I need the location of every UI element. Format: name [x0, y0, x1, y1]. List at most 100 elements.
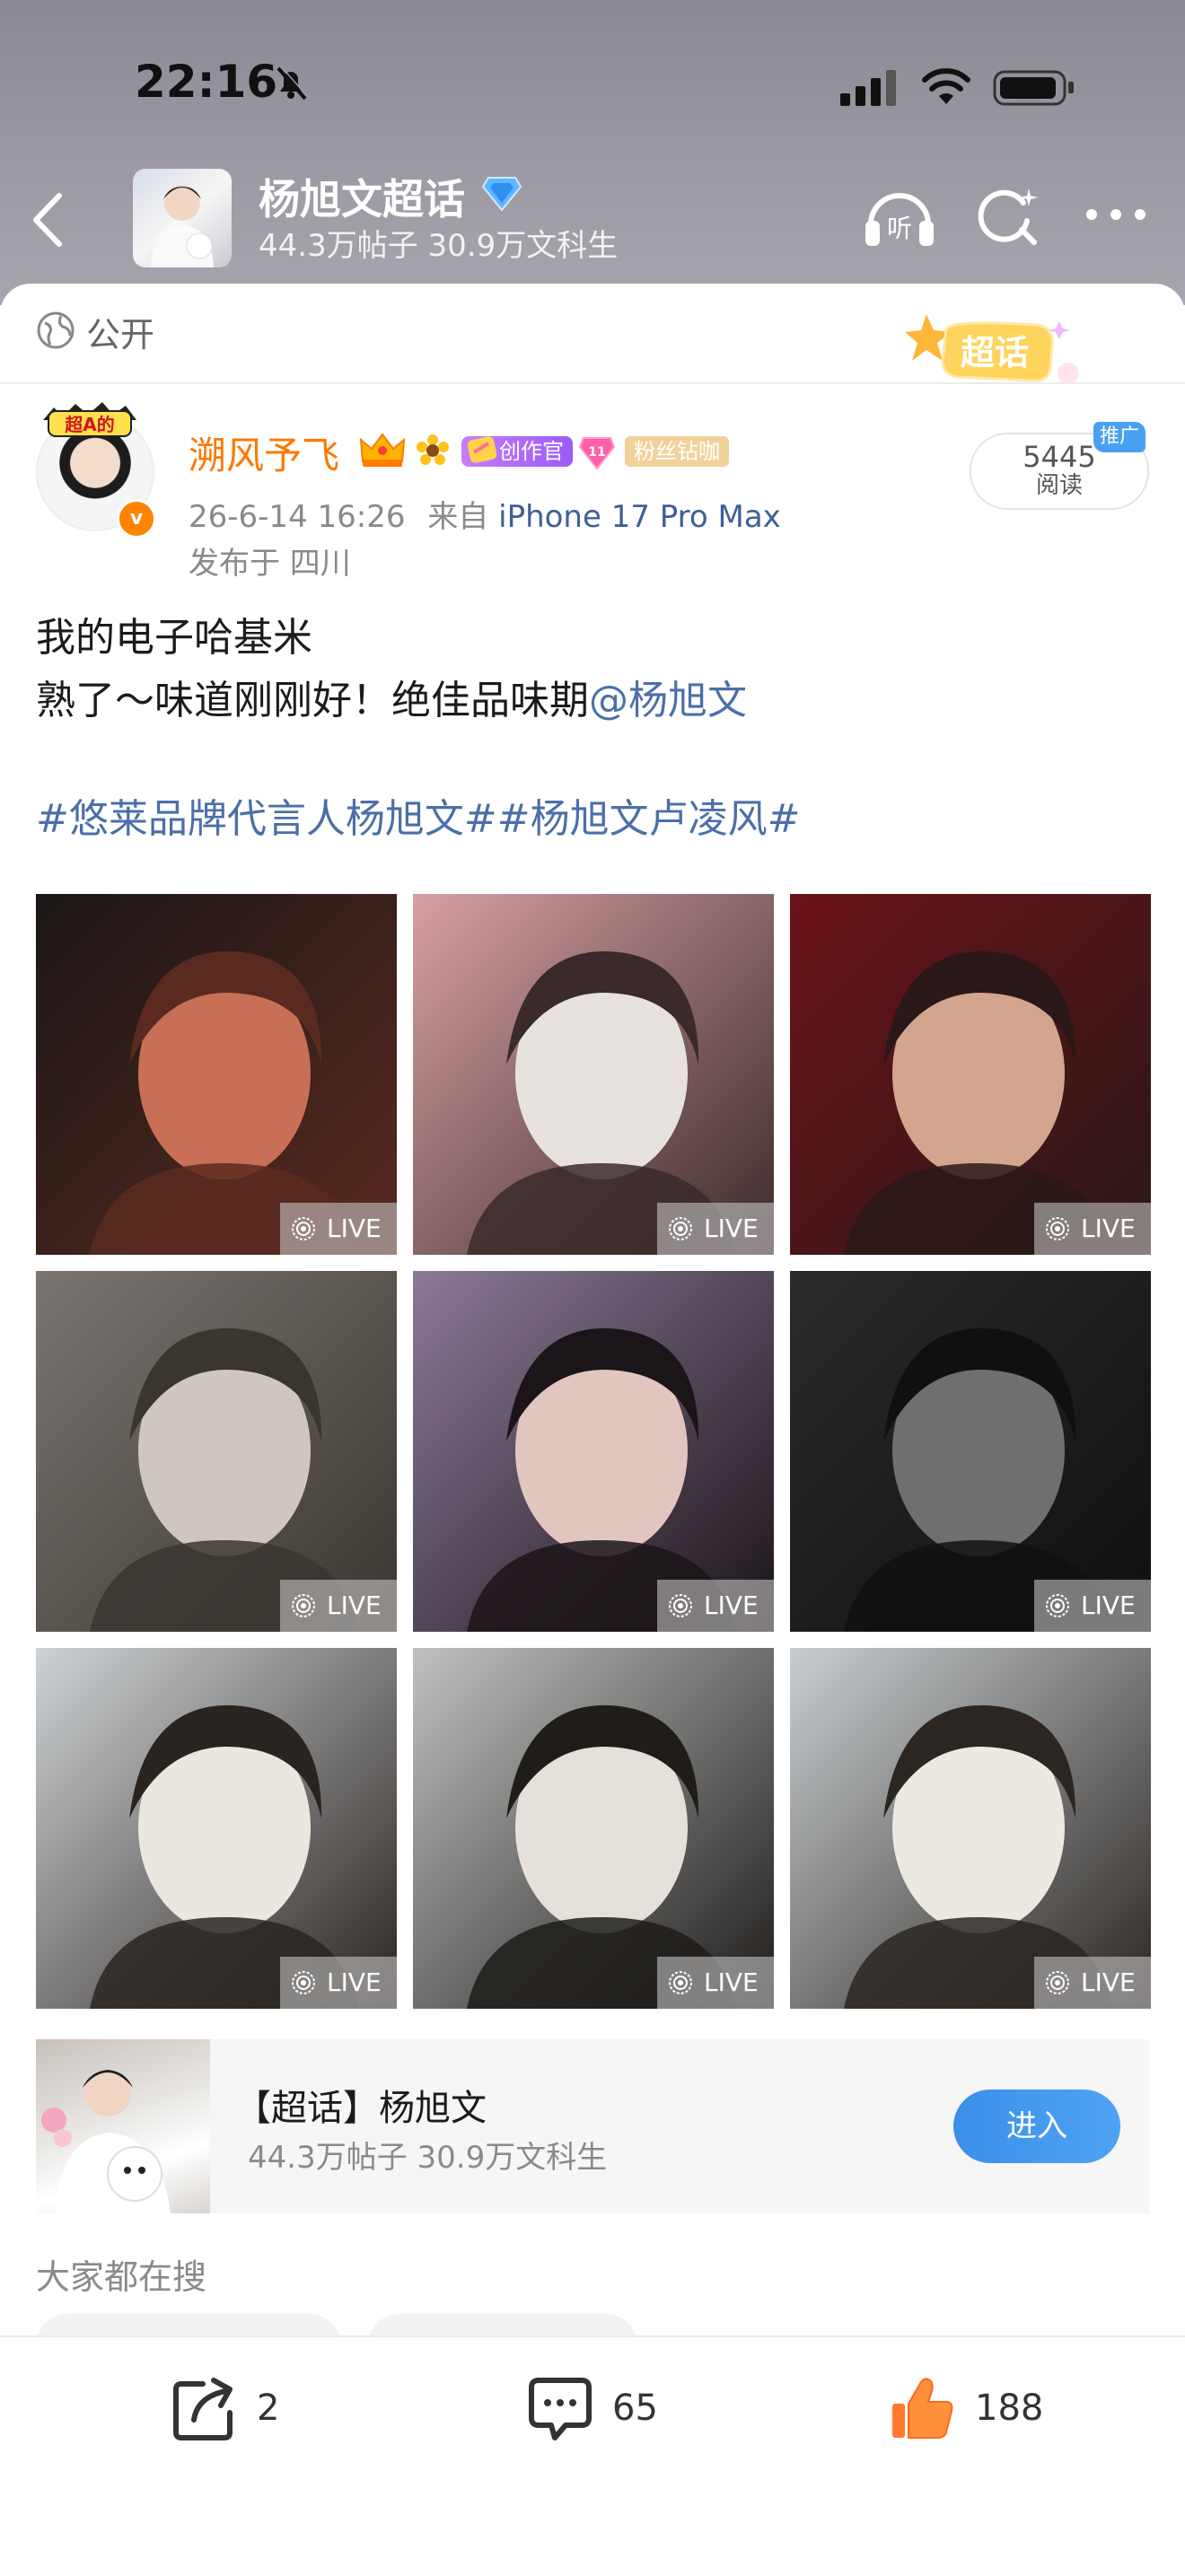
live-photo-badge: LIVE [280, 1957, 397, 2009]
back-arrow-icon[interactable] [27, 188, 72, 251]
cellular-signal-icon [840, 70, 896, 106]
photo-thumbnail[interactable]: LIVE [790, 1271, 1151, 1632]
thumbnail-figure-icon [41, 2070, 171, 2213]
more-options-icon[interactable] [1084, 201, 1147, 228]
comment-count: 65 [612, 2388, 658, 2429]
post-device[interactable]: iPhone 17 Pro Max [498, 499, 781, 535]
share-count: 2 [257, 2388, 280, 2429]
action-bar: 2 65 188 [0, 2335, 1185, 2576]
post-text-line-1: 我的电子哈基米 [36, 615, 312, 661]
verified-badge: v [117, 499, 156, 539]
photo-thumbnail[interactable]: LIVE [413, 1648, 774, 2009]
live-label: LIVE [704, 1590, 759, 1620]
svg-text:11: 11 [588, 445, 605, 460]
photo-thumbnail[interactable]: LIVE [413, 894, 774, 1255]
creator-badge: 创作官 [461, 436, 573, 467]
mention-link[interactable]: @杨旭文 [589, 678, 747, 723]
photo-thumbnail[interactable]: LIVE [413, 1271, 774, 1632]
live-photo-icon [1046, 1217, 1069, 1240]
post-text-line-2: 熟了～味道刚刚好！绝佳品味期@杨旭文 [36, 670, 1149, 732]
post-text-line-2-body: 熟了～味道刚刚好！绝佳品味期 [36, 678, 589, 723]
live-photo-badge: LIVE [1034, 1957, 1151, 2009]
live-photo-icon [1046, 1971, 1069, 1994]
avatar-figure-icon [151, 185, 214, 267]
hashtag-link[interactable]: #悠莱品牌代言人杨旭文##杨旭文卢凌风# [36, 786, 800, 844]
thumbs-up-icon [892, 2378, 953, 2439]
live-photo-badge: LIVE [1034, 1580, 1151, 1632]
live-photo-icon [292, 1594, 315, 1617]
fan-level-badge: 粉丝钻咖 [625, 436, 729, 467]
photo-image [790, 894, 1151, 1255]
live-photo-icon [292, 1217, 315, 1240]
photo-grid: LIVE LIVE LIVE LIVE LIVE LIVE LIVE LIVE LIVE [36, 894, 1151, 2009]
author-avatar-sticker: 超A的 [43, 402, 136, 437]
live-label: LIVE [1081, 1967, 1136, 1997]
read-label: 阅读 [1035, 472, 1083, 499]
sunflower-badge-icon [417, 434, 449, 465]
live-label: LIVE [327, 1590, 382, 1620]
search-icon[interactable] [977, 185, 1040, 248]
supertopic-thumbnail [36, 2039, 210, 2213]
supertopic-avatar[interactable] [133, 169, 232, 267]
mute-bell-icon [276, 66, 309, 101]
photo-image [36, 1648, 397, 2009]
live-label: LIVE [327, 1214, 382, 1243]
comment-icon [529, 2378, 592, 2440]
author-name[interactable]: 溯风予飞 [189, 425, 339, 480]
photo-image [413, 1648, 774, 2009]
photo-thumbnail[interactable]: LIVE [790, 1648, 1151, 2009]
wifi-icon [922, 68, 970, 104]
globe-icon [37, 311, 75, 349]
live-photo-badge: LIVE [1034, 1203, 1151, 1255]
promote-tag[interactable]: 推广 [1093, 422, 1146, 452]
live-photo-icon [669, 1217, 692, 1240]
supertopic-card[interactable]: 【超话】杨旭文 44.3万帖子 30.9万文科生 进入 [36, 2039, 1149, 2213]
post-time: 26-6-14 16:26 [189, 499, 406, 535]
trending-search-heading: 大家都在搜 [36, 2257, 207, 2297]
live-label: LIVE [327, 1967, 382, 1997]
photo-thumbnail[interactable]: LIVE [36, 1648, 397, 2009]
post-from-prefix: 来自 [427, 499, 489, 535]
photo-thumbnail[interactable]: LIVE [36, 894, 397, 1255]
listen-headphones-icon[interactable]: 听 [862, 183, 937, 251]
live-photo-icon [669, 1594, 692, 1617]
visibility-row: 公开 超话 [0, 284, 1185, 384]
photo-thumbnail[interactable]: LIVE [36, 1271, 397, 1632]
svg-text:超话: 超话 [961, 333, 1029, 372]
post-text: 我的电子哈基米 熟了～味道刚刚好！绝佳品味期@杨旭文 [36, 607, 1149, 732]
live-photo-badge: LIVE [280, 1580, 397, 1632]
nav-title: 杨旭文超话 [259, 175, 465, 223]
live-photo-badge: LIVE [657, 1203, 774, 1255]
supertopic-stats: 44.3万帖子 30.9万文科生 [248, 2140, 608, 2176]
top-nav: 杨旭文超话 44.3万帖子 30.9万文科生 听 [0, 162, 1185, 287]
post-location: 发布于 四川 [189, 546, 351, 582]
fan-gem-icon: 11 [578, 437, 616, 470]
photo-thumbnail[interactable]: LIVE [790, 894, 1151, 1255]
crown-badge-icon [359, 433, 406, 467]
live-label: LIVE [1081, 1214, 1136, 1243]
live-photo-icon [1046, 1594, 1069, 1617]
live-photo-icon [292, 1971, 315, 1994]
visibility-label: 公开 [86, 315, 155, 355]
supertopic-title: 【超话】杨旭文 [235, 2088, 487, 2129]
live-photo-badge: LIVE [657, 1957, 774, 2009]
enter-supertopic-button[interactable]: 进入 [953, 2090, 1120, 2163]
share-icon [173, 2378, 233, 2440]
live-label: LIVE [704, 1967, 759, 1997]
svg-text:超A的: 超A的 [64, 414, 114, 435]
svg-text:听: 听 [887, 214, 912, 243]
photo-image [413, 894, 774, 1255]
creator-badge-icon [467, 436, 497, 463]
photo-image [36, 894, 397, 1255]
live-photo-badge: LIVE [657, 1580, 774, 1632]
supertopic-sticker: 超话 [905, 314, 1079, 384]
nav-subtitle: 44.3万帖子 30.9万文科生 [259, 228, 619, 264]
photo-image [790, 1648, 1151, 2009]
live-label: LIVE [1081, 1590, 1136, 1620]
diamond-level-icon [481, 177, 522, 212]
post-meta: 26-6-14 16:26 来自 iPhone 17 Pro Max [189, 492, 781, 536]
live-photo-icon [669, 1971, 692, 1994]
status-bar: 22:16 [0, 0, 1185, 171]
creator-badge-label: 创作官 [499, 439, 564, 464]
live-label: LIVE [704, 1214, 759, 1243]
